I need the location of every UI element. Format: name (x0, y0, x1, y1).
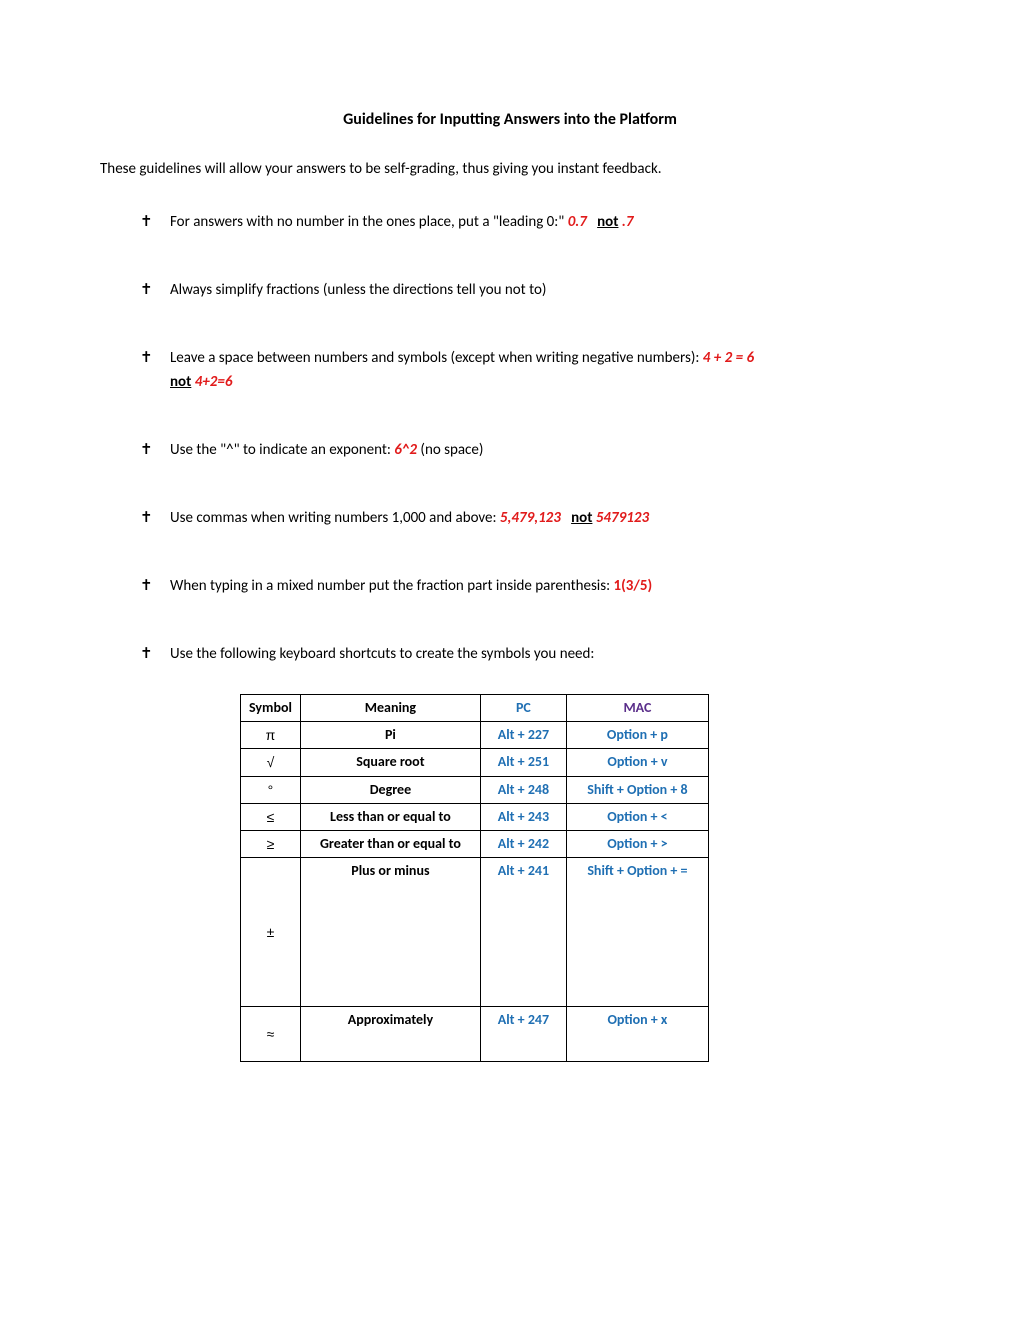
pc-cell: Alt + 243 (480, 803, 566, 830)
mac-cell: Option + x (566, 1007, 708, 1062)
bullet-text: For answers with no number in the ones p… (170, 213, 568, 231)
bullet-text: When typing in a mixed number put the fr… (170, 577, 614, 595)
table-row: ≈ Approximately Alt + 247 Option + x (241, 1007, 709, 1062)
bullet-mixed-number: When typing in a mixed number put the fr… (140, 574, 920, 598)
shortcut-table: Symbol Meaning PC MAC π Pi Alt + 227 Opt… (240, 694, 709, 1062)
symbol-cell: ± (241, 858, 301, 1007)
table-row: π Pi Alt + 227 Option + p (241, 722, 709, 749)
header-symbol: Symbol (241, 695, 301, 722)
intro-text: These guidelines will allow your answers… (100, 159, 920, 180)
example-code: 1(3/5) (614, 577, 653, 595)
guideline-list: For answers with no number in the ones p… (140, 210, 920, 666)
bullet-commas: Use commas when writing numbers 1,000 an… (140, 506, 920, 530)
symbol-cell: ≤ (241, 803, 301, 830)
mac-cell: Shift + Option + 8 (566, 776, 708, 803)
bullet-text: Use commas when writing numbers 1,000 an… (170, 509, 500, 527)
meaning-cell: Plus or minus (300, 858, 480, 1007)
mac-cell: Shift + Option + = (566, 858, 708, 1007)
pc-cell: Alt + 247 (480, 1007, 566, 1062)
table-row: ° Degree Alt + 248 Shift + Option + 8 (241, 776, 709, 803)
header-meaning: Meaning (300, 695, 480, 722)
table-row: ≤ Less than or equal to Alt + 243 Option… (241, 803, 709, 830)
meaning-cell: Approximately (300, 1007, 480, 1062)
meaning-cell: Square root (300, 749, 480, 776)
meaning-cell: Degree (300, 776, 480, 803)
symbol-cell: ° (241, 776, 301, 803)
bullet-text-b: (no space) (420, 441, 483, 459)
bullet-leading-zero: For answers with no number in the ones p… (140, 210, 920, 234)
table-row: ± Plus or minus Alt + 241 Shift + Option… (241, 858, 709, 1007)
bullet-exponent: Use the "^" to indicate an exponent: 6^2… (140, 438, 920, 462)
mac-cell: Option + p (566, 722, 708, 749)
example-bad: 4+2=6 (195, 373, 233, 391)
bullet-spaces: Leave a space between numbers and symbol… (140, 346, 920, 394)
pc-cell: Alt + 251 (480, 749, 566, 776)
bullet-text: Leave a space between numbers and symbol… (170, 349, 703, 367)
example-bad: .7 (622, 213, 634, 231)
symbol-cell: ≥ (241, 830, 301, 857)
symbol-cell: π (241, 722, 301, 749)
header-pc: PC (480, 695, 566, 722)
word-not: not (170, 373, 191, 391)
example-code: 6^2 (394, 441, 417, 459)
example-good: 5,479,123 (500, 509, 561, 527)
bullet-shortcuts: Use the following keyboard shortcuts to … (140, 642, 920, 666)
bullet-simplify-fractions: Always simplify fractions (unless the di… (140, 278, 920, 302)
example-good: 0.7 (568, 213, 587, 231)
table-header-row: Symbol Meaning PC MAC (241, 695, 709, 722)
mac-cell: Option + > (566, 830, 708, 857)
example-bad: 5479123 (596, 509, 649, 527)
table-row: ≥ Greater than or equal to Alt + 242 Opt… (241, 830, 709, 857)
bullet-text-a: Use the "^" to indicate an exponent: (170, 441, 394, 459)
pc-cell: Alt + 242 (480, 830, 566, 857)
meaning-cell: Greater than or equal to (300, 830, 480, 857)
page-title: Guidelines for Inputting Answers into th… (100, 110, 920, 129)
word-not: not (571, 509, 592, 527)
header-mac: MAC (566, 695, 708, 722)
mac-cell: Option + v (566, 749, 708, 776)
meaning-cell: Less than or equal to (300, 803, 480, 830)
pc-cell: Alt + 241 (480, 858, 566, 1007)
word-not: not (597, 213, 618, 231)
mac-cell: Option + < (566, 803, 708, 830)
meaning-cell: Pi (300, 722, 480, 749)
example-good: 4 + 2 = 6 (703, 349, 754, 367)
pc-cell: Alt + 248 (480, 776, 566, 803)
symbol-cell: √ (241, 749, 301, 776)
table-row: √ Square root Alt + 251 Option + v (241, 749, 709, 776)
symbol-cell: ≈ (241, 1007, 301, 1062)
pc-cell: Alt + 227 (480, 722, 566, 749)
document-page: Guidelines for Inputting Answers into th… (0, 0, 1020, 1320)
